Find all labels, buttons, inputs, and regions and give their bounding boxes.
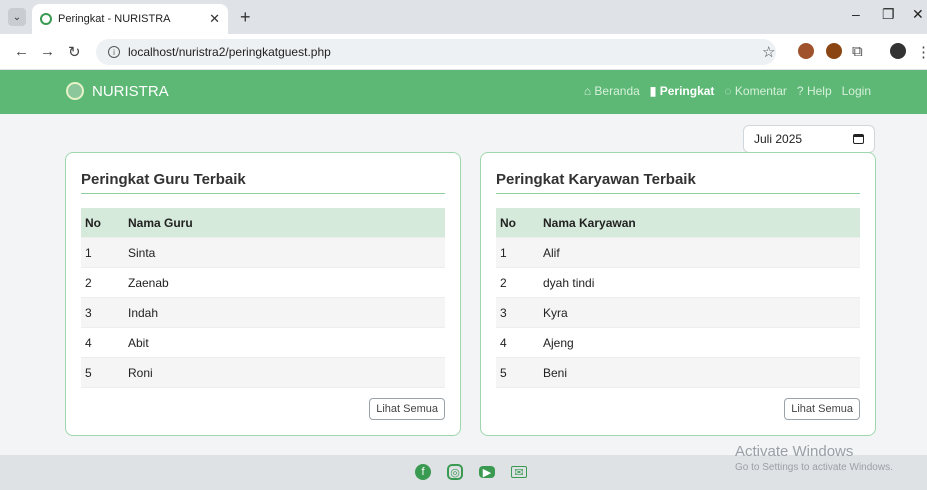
row-name: Roni	[128, 365, 153, 380]
browser-tab-bar: ⌄ Peringkat - NURISTRA ✕ + – ❐ ✕	[0, 0, 927, 34]
col-name: Nama Karyawan	[543, 215, 636, 230]
table-row: 1 Sinta	[81, 238, 445, 268]
row-no: 1	[500, 245, 507, 260]
close-tab-icon[interactable]: ✕	[209, 11, 220, 27]
table-row: 2 Zaenab	[81, 268, 445, 298]
row-name: Sinta	[128, 245, 156, 260]
month-picker[interactable]: Juli 2025	[743, 125, 875, 153]
row-name: Indah	[128, 305, 159, 320]
site-info-icon[interactable]: i	[108, 46, 120, 58]
table-header: No Nama Karyawan	[496, 208, 860, 238]
row-no: 4	[85, 335, 92, 350]
col-name: Nama Guru	[128, 215, 193, 230]
row-name: Zaenab	[128, 275, 169, 290]
row-name: Beni	[543, 365, 568, 380]
row-name: Abit	[128, 335, 149, 350]
close-window-icon[interactable]: ✕	[912, 6, 924, 23]
table-row: 5 Roni	[81, 358, 445, 388]
facebook-icon[interactable]: f	[415, 464, 431, 480]
table-row: 5 Beni	[496, 358, 860, 388]
row-no: 4	[500, 335, 507, 350]
address-bar-row: ← → ↻ i localhost/nuristra2/peringkatgue…	[0, 34, 927, 70]
row-name: Alif	[543, 245, 560, 260]
tab-search-icon[interactable]: ⌄	[8, 8, 26, 26]
back-icon[interactable]: ←	[14, 43, 29, 60]
guru-table: No Nama Guru 1 Sinta 2 Zaenab 3 Indah 4 Abit…	[81, 208, 445, 388]
browser-menu-icon[interactable]: ⋮	[916, 43, 927, 61]
row-no: 3	[500, 305, 507, 320]
row-name: Ajeng	[543, 335, 574, 350]
table-row: 1 Alif	[496, 238, 860, 268]
row-no: 2	[85, 275, 92, 290]
extension-cookie2-icon[interactable]	[826, 43, 842, 59]
karyawan-table: No Nama Karyawan 1 Alif 2 dyah tindi 3 Kyra…	[496, 208, 860, 388]
table-row: 3 Kyra	[496, 298, 860, 328]
karyawan-see-all-button[interactable]: Lihat Semua	[784, 398, 860, 420]
browser-tab[interactable]: Peringkat - NURISTRA ✕	[32, 4, 228, 34]
tab-title: Peringkat - NURISTRA	[58, 13, 171, 25]
brand-name: NURISTRA	[92, 82, 169, 100]
table-header: No Nama Guru	[81, 208, 445, 238]
email-icon[interactable]: ✉	[511, 466, 527, 479]
site-navbar: NURISTRA ⌂ Beranda ▮ Peringkat ◌ Komenta…	[0, 70, 927, 114]
divider	[81, 193, 445, 194]
instagram-icon[interactable]: ◎	[447, 464, 463, 480]
col-no: No	[85, 215, 101, 230]
minimize-icon[interactable]: –	[852, 6, 860, 22]
month-value: Juli 2025	[754, 132, 803, 146]
guru-ranking-card: Peringkat Guru Terbaik No Nama Guru 1 Sin…	[65, 152, 461, 436]
social-links: f ◎ ▶ ✉	[415, 464, 527, 480]
brand[interactable]: NURISTRA	[66, 82, 169, 100]
nav-comment-link[interactable]: ◌ Komentar	[724, 84, 787, 98]
youtube-icon[interactable]: ▶	[479, 466, 495, 479]
extensions-puzzle-icon[interactable]: ⧉	[852, 43, 863, 60]
row-no: 1	[85, 245, 92, 260]
row-name: Kyra	[543, 305, 568, 320]
reload-icon[interactable]: ↻	[68, 43, 81, 61]
url-text: localhost/nuristra2/peringkatguest.php	[128, 45, 331, 59]
new-tab-icon[interactable]: +	[240, 7, 251, 28]
row-no: 3	[85, 305, 92, 320]
col-no: No	[500, 215, 516, 230]
calendar-icon[interactable]	[853, 134, 864, 144]
divider	[496, 193, 860, 194]
row-no: 2	[500, 275, 507, 290]
restore-icon[interactable]: ❐	[882, 6, 895, 23]
nav-ranking-link[interactable]: ▮ Peringkat	[650, 84, 715, 98]
nav-help-link[interactable]: ? Help	[797, 84, 832, 98]
table-row: 4 Abit	[81, 328, 445, 358]
karyawan-card-title: Peringkat Karyawan Terbaik	[496, 171, 696, 188]
karyawan-ranking-card: Peringkat Karyawan Terbaik No Nama Karya…	[480, 152, 876, 436]
table-row: 4 Ajeng	[496, 328, 860, 358]
forward-icon[interactable]: →	[40, 43, 55, 60]
extension-cookie-icon[interactable]	[798, 43, 814, 59]
guru-card-title: Peringkat Guru Terbaik	[81, 171, 246, 188]
watermark-line1: Activate Windows	[735, 443, 854, 460]
profile-avatar-icon[interactable]	[890, 43, 906, 59]
row-no: 5	[500, 365, 507, 380]
windows-activation-watermark: Activate Windows Go to Settings to activ…	[735, 443, 893, 473]
site-favicon-icon	[40, 13, 52, 25]
nav-login-link[interactable]: Login	[842, 84, 871, 98]
table-row: 2 dyah tindi	[496, 268, 860, 298]
table-row: 3 Indah	[81, 298, 445, 328]
bookmark-star-icon[interactable]: ☆	[762, 43, 775, 61]
url-field[interactable]: i localhost/nuristra2/peringkatguest.php	[96, 39, 776, 65]
guru-see-all-button[interactable]: Lihat Semua	[369, 398, 445, 420]
watermark-line2: Go to Settings to activate Windows.	[735, 462, 893, 473]
row-name: dyah tindi	[543, 275, 595, 290]
row-no: 5	[85, 365, 92, 380]
brand-logo-icon	[66, 82, 84, 100]
nav-home-link[interactable]: ⌂ Beranda	[584, 84, 640, 98]
nav-links: ⌂ Beranda ▮ Peringkat ◌ Komentar ? Help …	[584, 84, 871, 98]
